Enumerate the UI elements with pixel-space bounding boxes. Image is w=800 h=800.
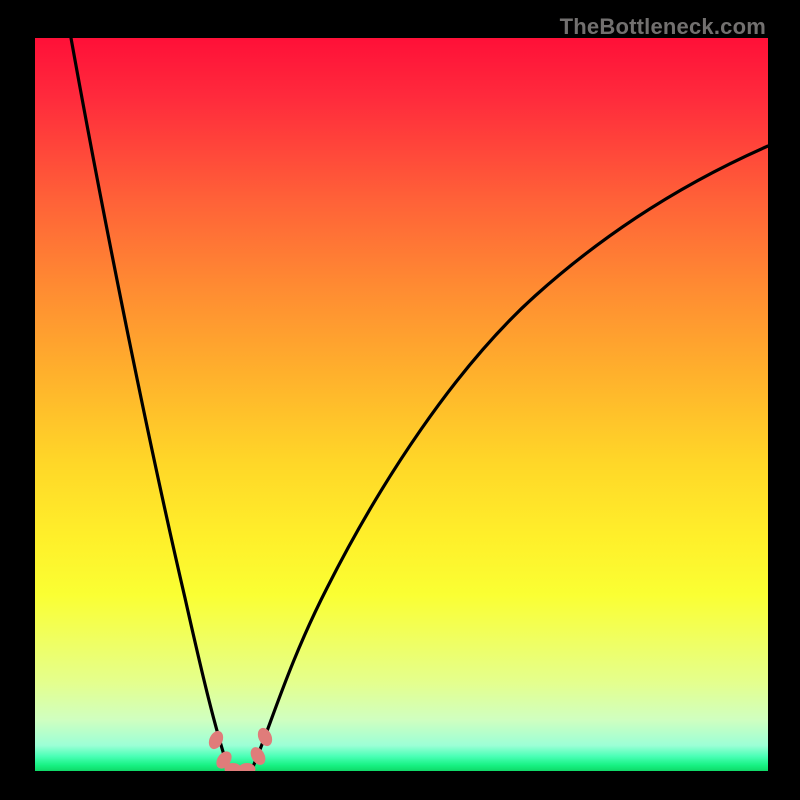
curve-right	[251, 146, 768, 771]
chart-frame: TheBottleneck.com	[0, 0, 800, 800]
marker-right-lower	[248, 745, 267, 767]
plot-area	[35, 38, 768, 771]
curve-overlay	[35, 38, 768, 771]
data-markers	[207, 726, 274, 771]
watermark-text: TheBottleneck.com	[560, 14, 766, 40]
marker-bottom-right	[239, 764, 255, 772]
curve-left	[71, 38, 229, 771]
marker-right-upper	[256, 726, 274, 747]
